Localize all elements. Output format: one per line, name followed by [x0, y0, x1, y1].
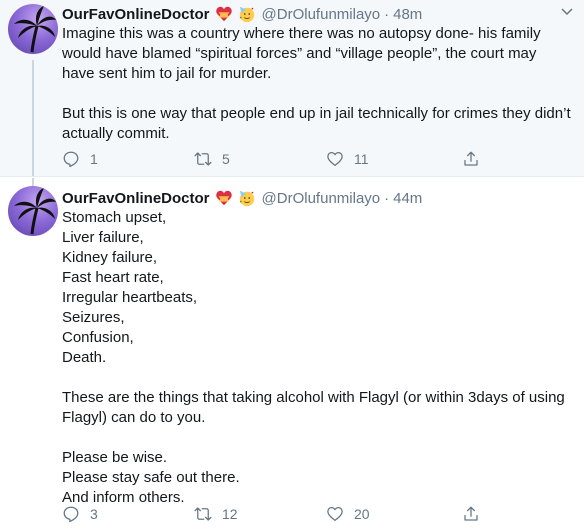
- tweet[interactable]: OurFavOnlineDoctor @DrOlufunmilayo · 48m…: [0, 0, 584, 177]
- heart-with-ribbon-icon: [215, 190, 232, 206]
- reply-count: 3: [90, 506, 98, 522]
- handle[interactable]: @DrOlufunmilayo: [262, 6, 381, 23]
- retweet-count: 12: [222, 506, 238, 522]
- avatar[interactable]: [8, 4, 58, 54]
- tweet-text: Stomach upset, Liver failure, Kidney fai…: [62, 209, 565, 506]
- separator: ·: [384, 189, 390, 207]
- heart-icon: [327, 151, 343, 167]
- partying-face-icon: [239, 6, 254, 23]
- retweet-icon: [194, 152, 212, 166]
- tweet[interactable]: OurFavOnlineDoctor @DrOlufunmilayo · 44m…: [0, 178, 584, 531]
- tweet-text: Imagine this was a country where there w…: [62, 25, 571, 142]
- partying-face-icon: [239, 190, 254, 207]
- reply-button[interactable]: 1: [62, 150, 162, 168]
- thread-line: [32, 60, 34, 176]
- display-name[interactable]: OurFavOnlineDoctor: [62, 6, 210, 23]
- handle[interactable]: @DrOlufunmilayo: [262, 190, 381, 207]
- timestamp[interactable]: 48m: [393, 6, 422, 23]
- tweet-actions: 3 12 20: [62, 503, 572, 525]
- share-icon: [464, 151, 478, 166]
- like-button[interactable]: 20: [326, 505, 426, 523]
- heart-icon: [327, 506, 343, 522]
- reply-icon: [63, 506, 79, 523]
- separator: ·: [384, 5, 390, 23]
- like-count: 20: [354, 506, 370, 522]
- share-icon: [464, 506, 478, 521]
- share-button[interactable]: [462, 150, 480, 168]
- retweet-button[interactable]: 5: [194, 150, 294, 168]
- share-button[interactable]: [462, 505, 480, 523]
- like-button[interactable]: 11: [326, 150, 426, 168]
- tweet-header: OurFavOnlineDoctor @DrOlufunmilayo · 44m: [62, 188, 574, 208]
- tweet-header: OurFavOnlineDoctor @DrOlufunmilayo · 48m: [62, 4, 574, 24]
- retweet-icon: [194, 507, 212, 521]
- palm-tree-icon: [14, 188, 56, 235]
- thread-line: [32, 178, 34, 186]
- display-name[interactable]: OurFavOnlineDoctor: [62, 190, 210, 207]
- palm-tree-icon: [14, 6, 56, 53]
- reply-count: 1: [90, 151, 98, 167]
- timestamp[interactable]: 44m: [393, 190, 422, 207]
- tweet-actions: 1 5 11: [62, 148, 572, 170]
- like-count: 11: [354, 151, 369, 167]
- retweet-count: 5: [222, 151, 230, 167]
- retweet-button[interactable]: 12: [194, 505, 294, 523]
- reply-button[interactable]: 3: [62, 505, 162, 523]
- chevron-down-icon[interactable]: [560, 4, 574, 18]
- reply-icon: [63, 151, 79, 168]
- heart-with-ribbon-icon: [215, 6, 232, 22]
- avatar[interactable]: [8, 186, 58, 236]
